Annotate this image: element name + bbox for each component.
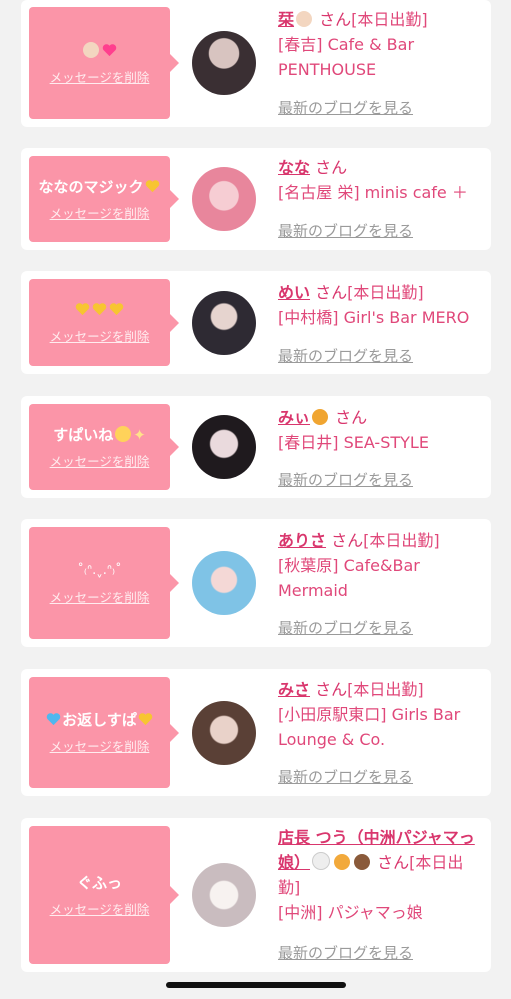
latest-blog-link[interactable]: 最新のブログを見る: [278, 220, 413, 241]
avatar[interactable]: [192, 291, 256, 355]
message-text: [81, 41, 118, 61]
delete-message-link[interactable]: メッセージを削除: [50, 203, 150, 222]
message-bubble: ぐふっ メッセージを削除: [29, 826, 179, 964]
message-bubble: メッセージを削除: [29, 279, 179, 366]
delete-message-link[interactable]: メッセージを削除: [50, 587, 150, 606]
avatar[interactable]: [192, 551, 256, 615]
shop-name: [春吉] Cafe & Bar PENTHOUSE: [278, 35, 415, 79]
latest-blog-link[interactable]: 最新のブログを見る: [278, 345, 413, 366]
yellow-heart-icon: [75, 303, 90, 316]
avatar[interactable]: [192, 415, 256, 479]
message-text: ぐふっ: [76, 873, 122, 892]
san-label: さん: [335, 408, 368, 427]
sparkles-icon: ✦: [133, 425, 146, 444]
message-text-value: お返しすぱ: [62, 711, 137, 729]
message-text: お返しすぱ: [45, 710, 154, 730]
message-bubble: メッセージを削除: [29, 7, 179, 119]
san-label: さん: [377, 853, 410, 872]
avatar[interactable]: [192, 863, 256, 927]
sheep-emoji-icon: [312, 852, 331, 870]
sparkling-heart-icon: [102, 43, 117, 56]
face-emoji-icon: [115, 425, 132, 442]
message-bubble: お返しすぱ メッセージを削除: [29, 677, 179, 788]
status-badge: [本日出勤]: [363, 531, 440, 550]
latest-blog-link[interactable]: 最新のブログを見る: [278, 942, 413, 963]
avatar[interactable]: [192, 167, 256, 231]
message-bubble: すぱいね ✦ メッセージを削除: [29, 404, 179, 490]
delete-message-link[interactable]: メッセージを削除: [50, 736, 150, 755]
avatar[interactable]: [192, 701, 256, 765]
bear-emoji-icon: [354, 854, 371, 870]
delete-message-link[interactable]: メッセージを削除: [50, 67, 150, 86]
san-label: さん: [315, 158, 348, 177]
status-badge: [本日出勤]: [347, 283, 424, 302]
lion-emoji-icon: [334, 854, 351, 870]
message-card: ˚₍ᐢ.ˬ.ᐢ₎˚ メッセージを削除 ありさ さん[本日出勤] [秋葉原] Ca…: [21, 519, 491, 647]
avatar[interactable]: [192, 31, 256, 95]
latest-blog-link[interactable]: 最新のブログを見る: [278, 617, 413, 638]
status-badge: [本日出勤]: [347, 680, 424, 699]
shop-name: [中洲] パジャマっ娘: [278, 903, 423, 922]
message-card: すぱいね ✦ メッセージを削除 みぃ さん [春日井] SEA-STYLE 最新の…: [21, 396, 491, 498]
delete-message-link[interactable]: メッセージを削除: [50, 451, 150, 470]
profile-name-link[interactable]: なな: [278, 158, 310, 177]
san-label: さん: [319, 10, 352, 29]
tiger-emoji-icon: [312, 409, 329, 425]
delete-message-link[interactable]: メッセージを削除: [50, 899, 150, 918]
shop-name: [秋葉原] Cafe&Bar Mermaid: [278, 556, 420, 600]
blue-heart-icon: [46, 713, 61, 726]
profile-name-link[interactable]: 栞: [278, 10, 294, 29]
status-badge: [本日出勤]: [351, 10, 428, 29]
message-card: お返しすぱ メッセージを削除 みさ さん[本日出勤] [小田原駅東口] Girl…: [21, 669, 491, 796]
latest-blog-link[interactable]: 最新のブログを見る: [278, 469, 413, 490]
yellow-heart-icon: [92, 303, 107, 316]
profile-name-link[interactable]: みぃ: [278, 408, 310, 427]
message-card: メッセージを削除 栞 さん[本日出勤] [春吉] Cafe & Bar PENT…: [21, 0, 491, 127]
yellow-heart-icon: [138, 713, 153, 726]
san-label: さん: [331, 531, 364, 550]
message-bubble: ななのマジック メッセージを削除: [29, 156, 179, 242]
yellow-heart-icon: [109, 303, 124, 316]
baby-emoji-icon: [83, 41, 99, 58]
message-bubble: ˚₍ᐢ.ˬ.ᐢ₎˚ メッセージを削除: [29, 527, 179, 639]
profile-name-link[interactable]: めい: [278, 283, 310, 302]
shop-name: [名古屋 栄] minis cafe ＋: [278, 183, 468, 202]
message-text-value: ななのマジック: [38, 177, 144, 196]
shop-name: [中村橋] Girl's Bar MERO: [278, 308, 470, 327]
yellow-heart-icon: [145, 179, 159, 192]
message-text: ななのマジック: [38, 177, 160, 197]
message-text: ˚₍ᐢ.ˬ.ᐢ₎˚: [77, 562, 122, 578]
latest-blog-link[interactable]: 最新のブログを見る: [278, 97, 413, 118]
profile-name-link[interactable]: みさ: [278, 680, 310, 699]
latest-blog-link[interactable]: 最新のブログを見る: [278, 766, 413, 787]
message-text-value: すぱいね: [53, 425, 114, 444]
message-text: すぱいね ✦: [53, 425, 146, 445]
baby-emoji-icon: [296, 11, 313, 27]
san-label: さん: [315, 283, 348, 302]
profile-name-link[interactable]: ありさ: [278, 531, 326, 550]
message-card: ぐふっ メッセージを削除 店長 つう（中洲パジャマっ娘） さん[本日出勤] [中…: [21, 818, 491, 972]
shop-name: [春日井] SEA-STYLE: [278, 433, 429, 452]
san-label: さん: [315, 680, 348, 699]
message-card: ななのマジック メッセージを削除 なな さん [名古屋 栄] minis caf…: [21, 148, 491, 250]
shop-name: [小田原駅東口] Girls Bar Lounge & Co.: [278, 705, 461, 749]
message-card: メッセージを削除 めい さん[本日出勤] [中村橋] Girl's Bar ME…: [21, 271, 491, 374]
home-indicator[interactable]: [166, 982, 346, 988]
message-text: [74, 300, 125, 320]
delete-message-link[interactable]: メッセージを削除: [50, 326, 150, 345]
